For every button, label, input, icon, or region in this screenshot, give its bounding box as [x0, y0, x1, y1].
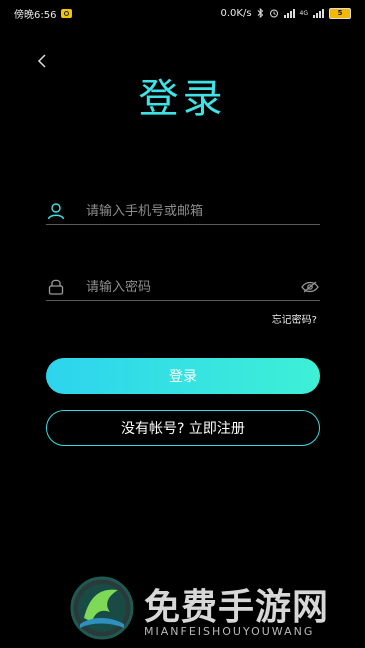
bluetooth-icon	[257, 8, 263, 18]
password-input[interactable]	[86, 279, 300, 295]
clock: 傍晚6:56	[14, 9, 57, 21]
user-icon	[46, 201, 66, 221]
eye-off-icon[interactable]	[300, 277, 320, 297]
status-bar-right: 0.0K/s 4G 5	[220, 7, 351, 19]
login-button-label: 登录	[169, 369, 197, 385]
notification-icon	[61, 8, 73, 18]
watermark: 免费手游网 MIANFEISHOUYOUWANG	[70, 576, 360, 646]
register-button[interactable]: 没有帐号? 立即注册	[46, 410, 320, 446]
watermark-subtitle: MIANFEISHOUYOUWANG	[144, 625, 315, 638]
alarm-icon	[269, 9, 278, 18]
watermark-logo-icon	[70, 576, 134, 640]
password-field[interactable]	[46, 274, 320, 301]
login-button[interactable]: 登录	[46, 358, 320, 394]
signal-icon-2	[313, 8, 324, 18]
lock-icon	[46, 277, 66, 297]
status-bar-left: 傍晚6:56	[14, 6, 73, 21]
forgot-password-link[interactable]: 忘记密码?	[272, 311, 317, 326]
signal-icon	[283, 8, 295, 18]
battery-icon: 5	[329, 7, 351, 19]
page-title: 登录	[138, 76, 227, 122]
account-input[interactable]	[86, 203, 320, 219]
network-type: 4G	[299, 9, 308, 17]
account-field[interactable]	[46, 198, 320, 225]
watermark-title: 免费手游网	[144, 587, 330, 628]
network-speed: 0.0K/s	[220, 7, 252, 19]
register-button-label: 没有帐号? 立即注册	[121, 421, 245, 437]
status-bar: 傍晚6:56 0.0K/s 4G 5	[0, 0, 365, 26]
